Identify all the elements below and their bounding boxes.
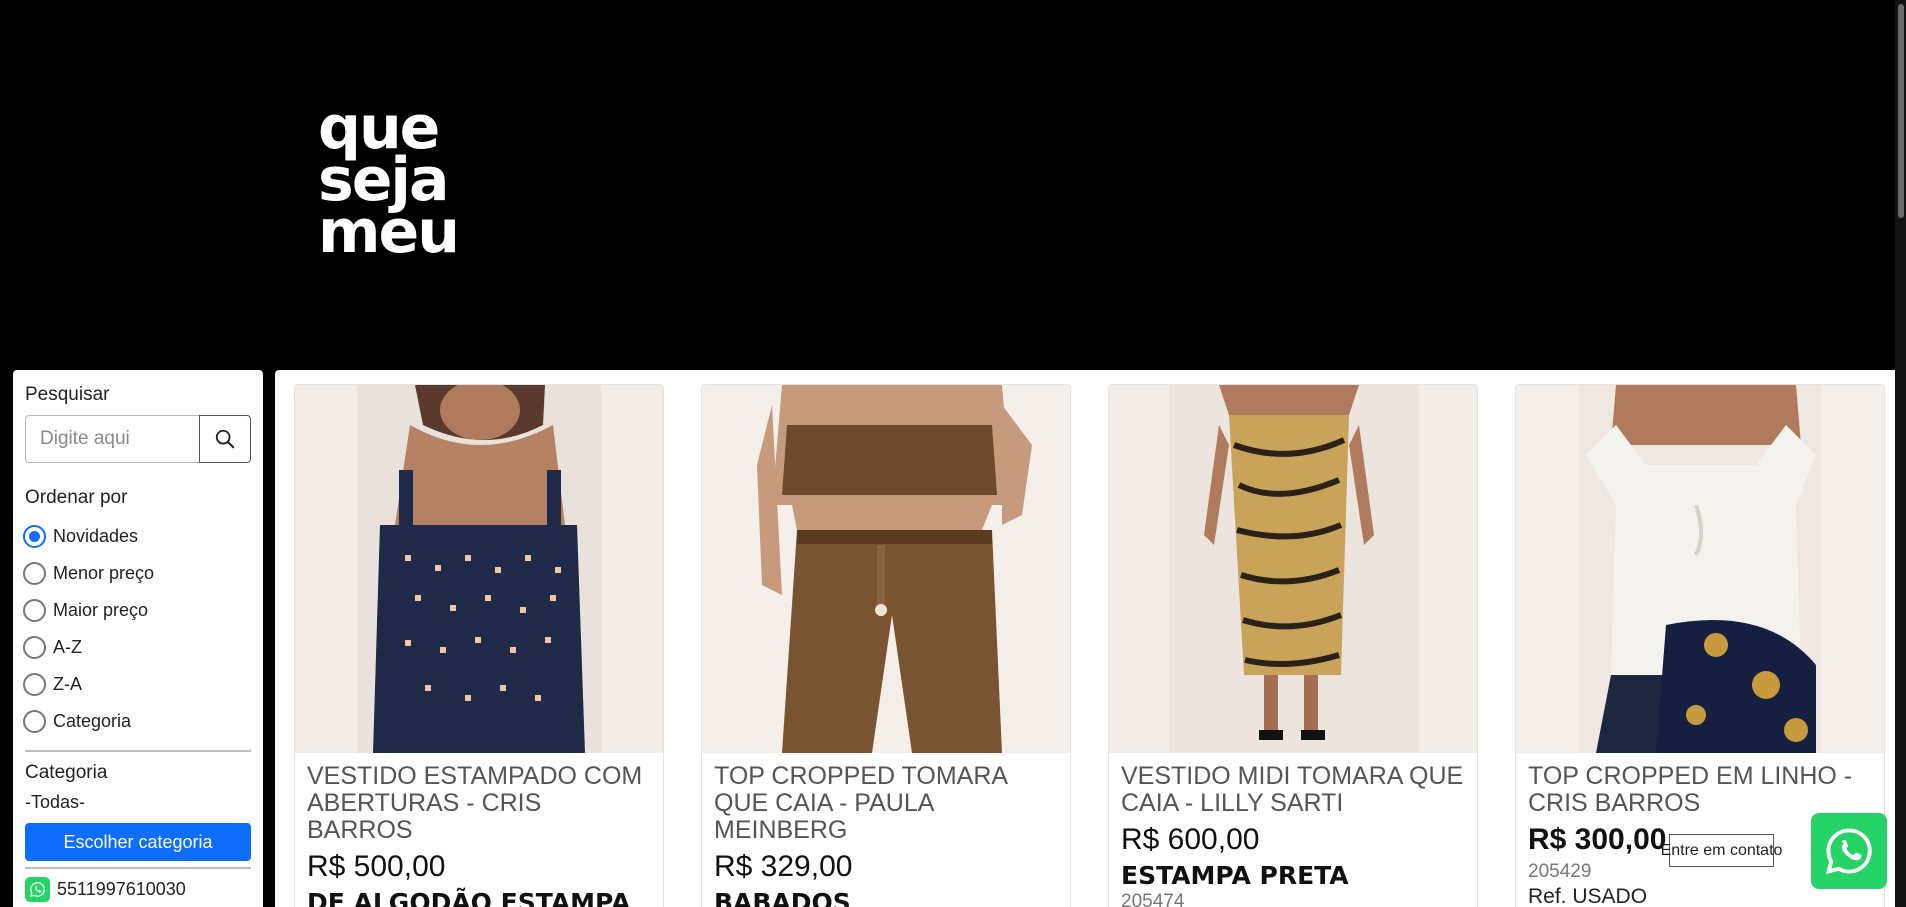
contact-tooltip: Entre em contato xyxy=(1661,834,1782,867)
sort-option-a-z[interactable]: A-Z xyxy=(23,629,251,666)
sort-options: Novidades Menor preço Maior preço A-Z Z-… xyxy=(23,518,251,740)
sort-option-label: Z-A xyxy=(53,674,82,694)
logo-line-3: meu xyxy=(318,197,460,267)
product-ref: 205474 xyxy=(1121,891,1185,907)
sort-label: Ordenar por xyxy=(25,487,128,508)
product-price: R$ 600,00 xyxy=(1121,823,1260,856)
sort-option-label: A-Z xyxy=(53,637,82,657)
phone-number: 5511997610030 xyxy=(57,879,186,899)
product-title[interactable]: VESTIDO MIDI TOMARA QUE CAIA - LILLY SAR… xyxy=(1121,763,1465,817)
choose-category-button[interactable]: Escolher categoria xyxy=(25,823,251,861)
divider xyxy=(25,867,251,869)
page: que seja meu Pesquisar Ordenar por Novid… xyxy=(0,0,1906,907)
product-title[interactable]: TOP CROPPED TOMARA QUE CAIA - PAULA MEIN… xyxy=(714,763,1058,844)
sort-option-z-a[interactable]: Z-A xyxy=(23,666,251,703)
sort-option-label: Categoria xyxy=(53,711,132,731)
search-label: Pesquisar xyxy=(25,384,110,405)
radio[interactable] xyxy=(23,673,46,696)
whatsapp-float-button[interactable] xyxy=(1811,813,1887,889)
sort-option-novidades[interactable]: Novidades xyxy=(23,518,251,555)
filter-sidebar: Pesquisar Ordenar por Novidades Menor pr… xyxy=(13,370,263,907)
search-button[interactable] xyxy=(199,415,251,463)
header: que seja meu xyxy=(0,0,1906,370)
product-card[interactable]: VESTIDO MIDI TOMARA QUE CAIA - LILLY SAR… xyxy=(1108,384,1478,907)
scrollbar-thumb[interactable] xyxy=(1898,4,1904,218)
category-value: -Todas- xyxy=(25,792,86,812)
sort-option-maior-preco[interactable]: Maior preço xyxy=(23,592,251,629)
sort-option-label: Novidades xyxy=(53,526,139,546)
radio[interactable] xyxy=(23,562,46,585)
product-card[interactable]: TOP CROPPED TOMARA QUE CAIA - PAULA MEIN… xyxy=(701,384,1071,907)
product-price: R$ 329,00 xyxy=(714,850,853,883)
radio-checked[interactable] xyxy=(23,525,46,548)
sort-option-categoria[interactable]: Categoria xyxy=(23,703,251,740)
radio[interactable] xyxy=(23,636,46,659)
brand-logo[interactable]: que seja meu xyxy=(318,98,460,267)
product-grid: VESTIDO ESTAMPADO COM ABERTURAS - CRIS B… xyxy=(275,370,1906,907)
search-input[interactable] xyxy=(25,415,199,463)
whatsapp-icon xyxy=(1825,828,1872,875)
search-icon xyxy=(215,429,235,449)
category-label: Categoria xyxy=(25,762,108,783)
product-title[interactable]: TOP CROPPED EM LINHO - CRIS BARROS xyxy=(1528,763,1872,817)
whatsapp-phone[interactable]: 5511997610030 xyxy=(25,877,251,902)
sort-option-menor-preco[interactable]: Menor preço xyxy=(23,555,251,592)
product-price: R$ 500,00 xyxy=(307,850,446,883)
product-title[interactable]: VESTIDO ESTAMPADO COM ABERTURAS - CRIS B… xyxy=(307,763,651,844)
page-scrollbar[interactable] xyxy=(1895,0,1906,907)
radio[interactable] xyxy=(23,710,46,733)
whatsapp-icon xyxy=(25,877,50,902)
product-image[interactable] xyxy=(702,385,1070,753)
sort-option-label: Menor preço xyxy=(53,563,155,583)
product-image[interactable] xyxy=(295,385,663,753)
product-image[interactable] xyxy=(1109,385,1477,753)
divider xyxy=(25,750,251,752)
product-description: DE ALGODÃO ESTAMPA COM QUADRADOS E xyxy=(307,888,631,907)
sort-option-label: Maior preço xyxy=(53,600,149,620)
radio[interactable] xyxy=(23,599,46,622)
product-description: BABADOS xyxy=(714,888,851,907)
product-description: ESTAMPA PRETA xyxy=(1121,861,1349,890)
search-box xyxy=(25,415,251,463)
product-image[interactable] xyxy=(1516,385,1884,753)
product-card[interactable]: VESTIDO ESTAMPADO COM ABERTURAS - CRIS B… xyxy=(294,384,664,907)
